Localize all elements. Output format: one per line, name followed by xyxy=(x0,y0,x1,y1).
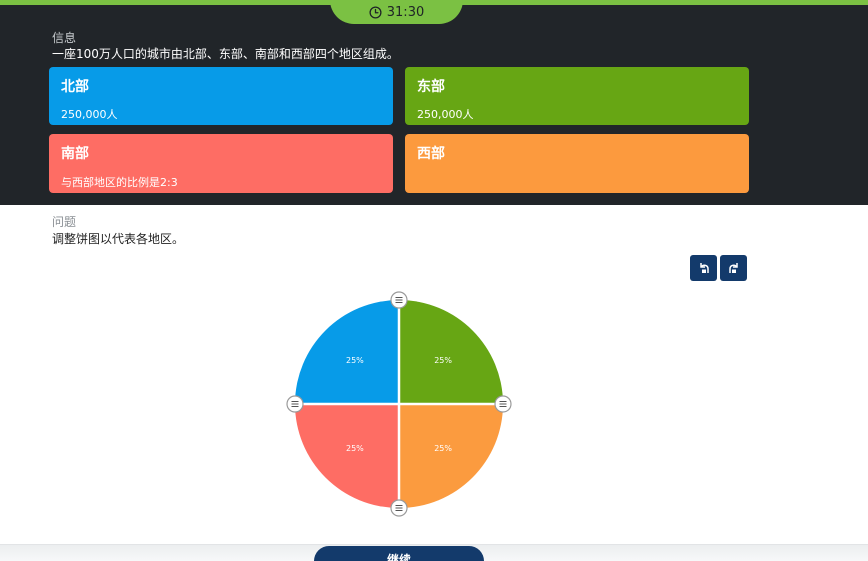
question-heading: 问题 xyxy=(52,215,77,229)
pie-slice-0 xyxy=(399,404,503,508)
timer: 31:30 xyxy=(330,0,463,24)
question-text: 调整饼图以代表各地区。 xyxy=(52,232,185,246)
pie-slice-label: 25% xyxy=(434,444,452,453)
card-value: 与西部地区的比例是2:3 xyxy=(61,176,178,189)
continue-button[interactable]: 继续 xyxy=(314,546,484,561)
info-description: 一座100万人口的城市由北部、东部、南部和西部四个地区组成。 xyxy=(52,47,399,61)
region-card-north: 北部 250,000人 xyxy=(49,67,393,125)
redo-button[interactable] xyxy=(720,255,747,281)
timer-text: 31:30 xyxy=(386,4,425,20)
pie-slice-1 xyxy=(295,404,399,508)
card-title: 南部 xyxy=(61,146,89,162)
pie-drag-handle[interactable] xyxy=(494,395,512,413)
region-card-south: 南部 与西部地区的比例是2:3 xyxy=(49,134,393,193)
pie-slice-label: 25% xyxy=(346,356,364,365)
pie-drag-handle[interactable] xyxy=(390,499,408,517)
card-title: 北部 xyxy=(61,79,89,95)
card-value: 250,000人 xyxy=(61,108,118,121)
clock-icon xyxy=(369,5,382,19)
pie-slice-3 xyxy=(399,300,503,404)
pie-drag-handle[interactable] xyxy=(286,395,304,413)
card-value: 250,000人 xyxy=(417,108,474,121)
undo-icon xyxy=(699,263,709,273)
region-card-east: 东部 250,000人 xyxy=(405,67,749,125)
pie-slice-label: 25% xyxy=(434,356,452,365)
pie-slice-label: 25% xyxy=(346,444,364,453)
info-heading: 信息 xyxy=(52,31,77,45)
card-title: 东部 xyxy=(417,79,445,95)
app-root: 信息 一座100万人口的城市由北部、东部、南部和西部四个地区组成。 北部 250… xyxy=(0,0,868,561)
redo-icon xyxy=(728,263,738,273)
region-card-west: 西部 xyxy=(405,134,749,193)
card-title: 西部 xyxy=(417,146,445,162)
pie-drag-handle[interactable] xyxy=(390,291,408,309)
info-panel: 信息 一座100万人口的城市由北部、东部、南部和西部四个地区组成。 北部 250… xyxy=(0,0,868,205)
pie-slice-2 xyxy=(295,300,399,404)
undo-button[interactable] xyxy=(690,255,717,281)
